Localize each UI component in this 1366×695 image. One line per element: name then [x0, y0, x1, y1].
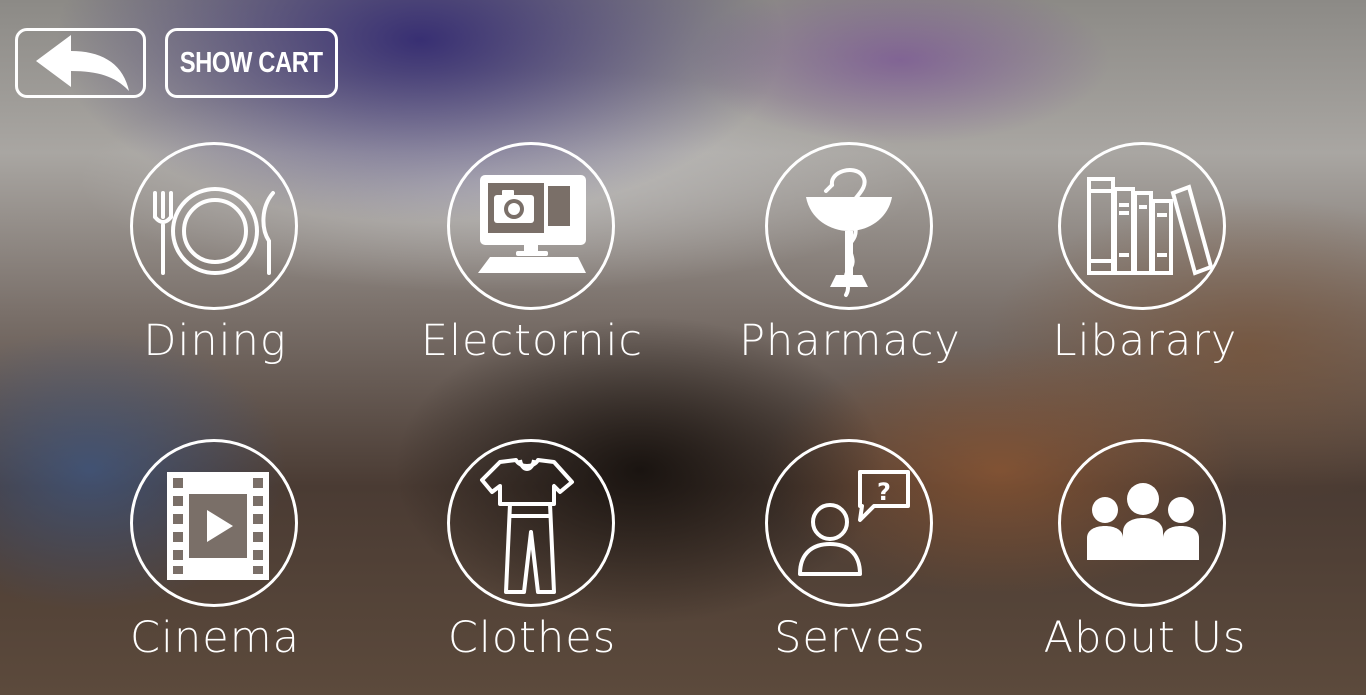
- category-circle: [130, 142, 298, 310]
- show-cart-label: SHOW CART: [180, 46, 323, 79]
- category-circle: [447, 439, 615, 607]
- category-electronics[interactable]: Electornic: [372, 140, 692, 375]
- dining-icon: [153, 187, 275, 275]
- back-button[interactable]: [15, 28, 146, 98]
- show-cart-button[interactable]: SHOW CART: [165, 28, 338, 98]
- category-circle: [1058, 142, 1226, 310]
- category-label: Serves: [774, 613, 926, 663]
- category-circle: ?: [765, 439, 933, 607]
- library-icon: [1087, 177, 1214, 276]
- clothes-icon: [480, 458, 574, 594]
- category-label: Libarary: [1052, 316, 1238, 366]
- services-icon: ?: [798, 470, 910, 576]
- category-label: Cinema: [130, 613, 300, 663]
- category-services[interactable]: ? Serves: [690, 437, 1010, 672]
- category-clothes[interactable]: Clothes: [372, 437, 692, 672]
- electronics-icon: [478, 175, 586, 273]
- pharmacy-icon: [806, 168, 892, 297]
- category-label: Dining: [143, 316, 287, 366]
- category-label: Clothes: [447, 613, 617, 663]
- category-about-us[interactable]: About Us: [985, 437, 1305, 672]
- category-label: Electornic: [420, 316, 644, 366]
- back-arrow-icon: [35, 35, 129, 91]
- about-us-icon: [1087, 483, 1199, 560]
- category-circle: [765, 142, 933, 310]
- category-library[interactable]: Libarary: [985, 140, 1305, 375]
- category-label: About Us: [1043, 613, 1247, 663]
- category-circle: [447, 142, 615, 310]
- svg-text:?: ?: [877, 478, 891, 506]
- category-cinema[interactable]: Cinema: [55, 437, 375, 672]
- category-label: Pharmacy: [739, 316, 961, 366]
- category-circle: [130, 439, 298, 607]
- category-dining[interactable]: Dining: [55, 140, 375, 375]
- category-circle: [1058, 439, 1226, 607]
- cinema-icon: [167, 472, 269, 580]
- category-pharmacy[interactable]: Pharmacy: [690, 140, 1010, 375]
